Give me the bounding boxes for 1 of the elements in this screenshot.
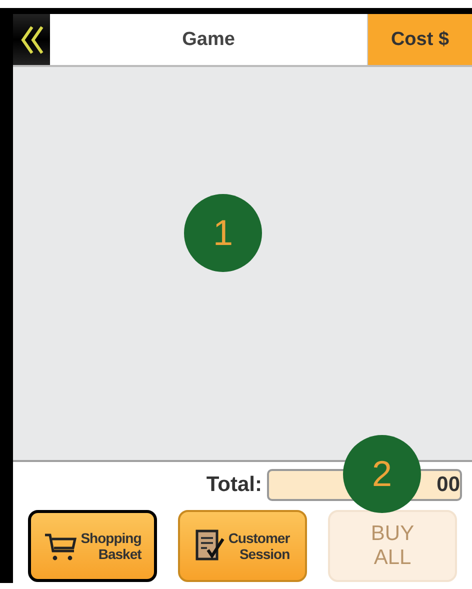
total-label: Total: bbox=[206, 473, 262, 497]
